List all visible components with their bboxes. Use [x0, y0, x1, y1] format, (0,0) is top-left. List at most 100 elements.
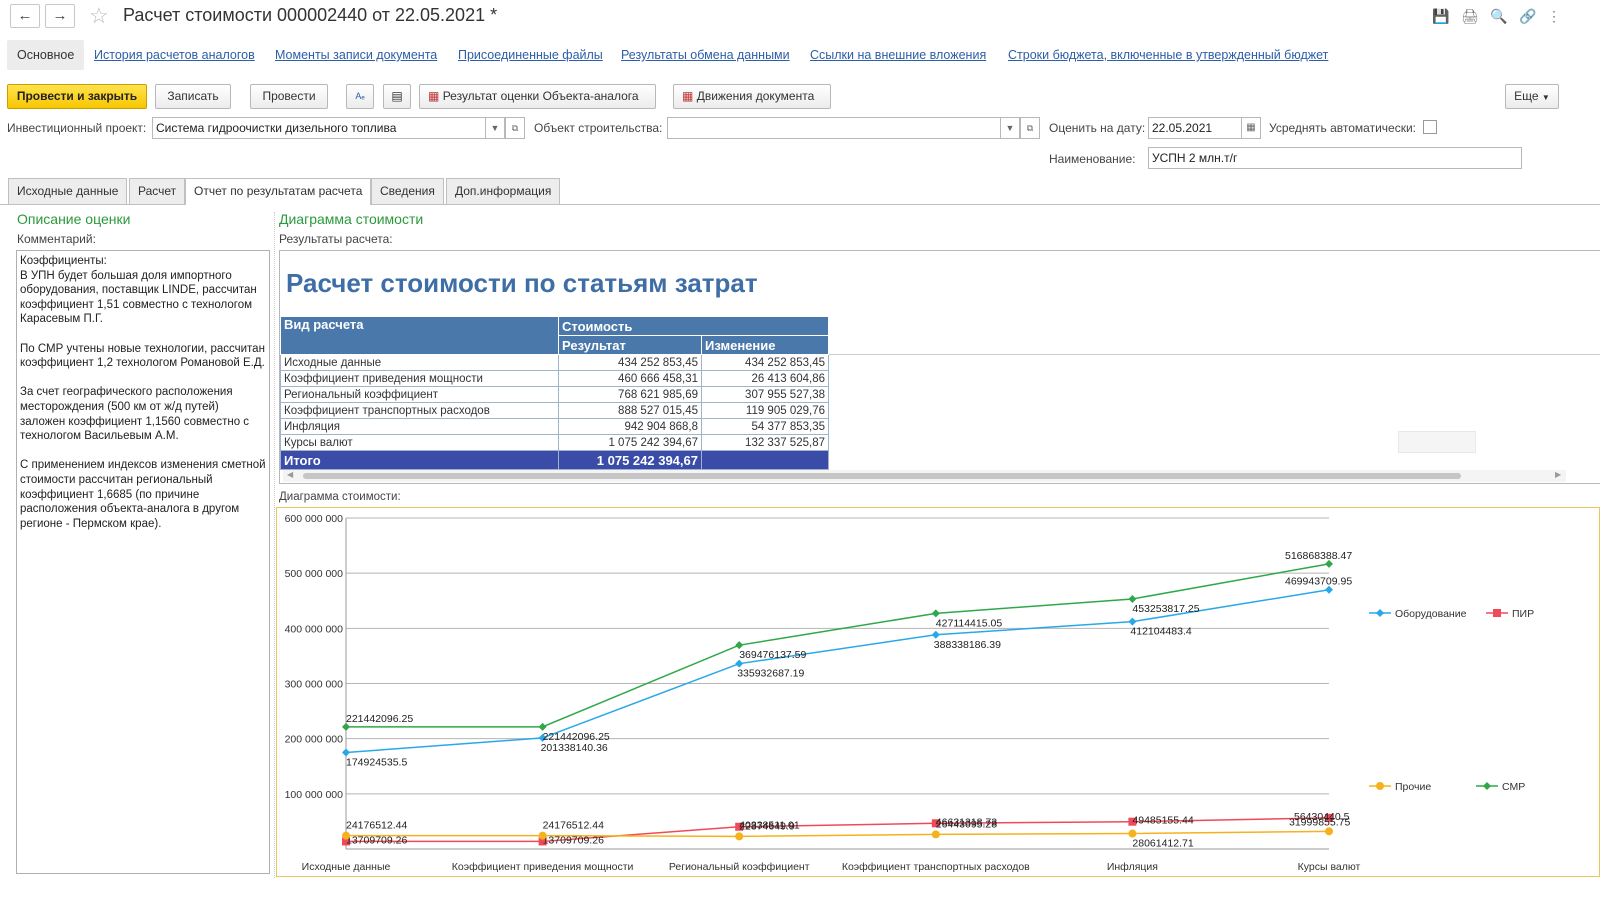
data-label: 516868388.47: [1285, 550, 1352, 562]
save-icon[interactable]: 💾: [1432, 8, 1449, 25]
name-field[interactable]: УСПН 2 млн.т/г: [1148, 147, 1522, 169]
spellcheck-icon[interactable]: Aₑ: [346, 84, 374, 109]
name-label: Наименование:: [1049, 152, 1136, 166]
doc-chart-icon: ▦: [428, 89, 440, 103]
chevron-down-icon: ▼: [1541, 93, 1550, 102]
data-label: 335932687.19: [737, 668, 804, 680]
row-result: 1 075 242 394,67: [558, 434, 702, 451]
data-point: [931, 830, 940, 839]
analog-result-button[interactable]: ▦ Результат оценки Объекта-аналога: [419, 84, 656, 109]
header-cost: Стоимость: [558, 316, 829, 336]
chart-label: Диаграмма стоимости:: [279, 491, 401, 503]
print-icon[interactable]: 🖨: [1461, 8, 1479, 25]
legend-label: Прочие: [1395, 781, 1431, 793]
link-attached-files[interactable]: Присоединенные файлы: [458, 48, 603, 62]
data-point: [538, 722, 547, 731]
comment-label: Комментарий:: [17, 232, 96, 246]
scroll-left-icon[interactable]: ◀: [287, 470, 293, 479]
link-exchange-results[interactable]: Результаты обмена данными: [621, 48, 790, 62]
y-tick-label: 100 000 000: [285, 789, 344, 801]
header-change: Изменение: [701, 335, 829, 355]
row-name: Коэффициент приведения мощности: [280, 370, 559, 387]
movements-button[interactable]: ▦ Движения документа: [673, 84, 831, 109]
link-budget-lines[interactable]: Строки бюджета, включенные в утвержденны…: [1008, 48, 1328, 62]
link-record-moments[interactable]: Моменты записи документа: [275, 48, 437, 62]
date-field[interactable]: 22.05.2021: [1148, 117, 1242, 139]
data-label: 49485155.44: [1132, 815, 1193, 827]
scrollbar-thumb[interactable]: [303, 473, 1461, 479]
tab-info[interactable]: Сведения: [371, 178, 444, 204]
data-point: [931, 609, 940, 618]
post-and-close-button[interactable]: Провести и закрыть: [7, 84, 147, 109]
data-point: [1376, 782, 1384, 790]
avg-checkbox[interactable]: [1423, 120, 1437, 134]
avg-label: Усреднять автоматически:: [1269, 121, 1417, 135]
data-point: [342, 748, 350, 757]
row-result: 460 666 458,31: [558, 370, 702, 387]
results-label: Результаты расчета:: [279, 232, 393, 246]
project-label: Инвестиционный проект:: [7, 121, 147, 135]
link-external-attachments[interactable]: Ссылки на внешние вложения: [810, 48, 986, 62]
tab-extra-info[interactable]: Доп.информация: [446, 178, 561, 204]
x-tick-label: Коэффициент транспортных расходов: [842, 861, 1030, 873]
link-icon[interactable]: 🔗: [1519, 8, 1536, 25]
dropdown-icon[interactable]: ▼: [1000, 117, 1020, 139]
report-rule: [828, 354, 1600, 355]
more-label: Еще: [1514, 89, 1539, 103]
save-button[interactable]: Записать: [155, 84, 231, 109]
comment-textarea[interactable]: Коэффициенты: В УПН будет большая доля и…: [16, 250, 270, 874]
link-analog-history[interactable]: История расчетов аналогов: [94, 48, 255, 62]
data-point: [1128, 594, 1137, 603]
total-value: 1 075 242 394,67: [558, 450, 702, 470]
open-icon[interactable]: ⧉: [1020, 117, 1040, 139]
forward-button[interactable]: →: [45, 4, 75, 28]
data-point: [538, 831, 547, 840]
data-label: 427114415.05: [936, 617, 1003, 629]
total-empty: [701, 450, 829, 470]
row-name: Коэффициент транспортных расходов: [280, 402, 559, 419]
y-tick-label: 300 000 000: [285, 679, 344, 691]
table-row: Исходные данные 434 252 853,45 434 252 853…: [280, 354, 829, 371]
calendar-icon[interactable]: ▦: [1241, 117, 1261, 139]
header-kind: Вид расчета: [280, 316, 559, 355]
series-line: [346, 563, 1330, 728]
data-point: [1483, 782, 1491, 790]
open-icon[interactable]: ⧉: [505, 117, 525, 139]
tab-report[interactable]: Отчет по результатам расчета: [185, 178, 372, 205]
report-icon[interactable]: ▤: [383, 84, 411, 109]
back-button[interactable]: ←: [10, 4, 40, 28]
total-label: Итого: [280, 450, 559, 470]
data-label: 28061412.71: [1132, 838, 1193, 850]
data-label: 31999855.75: [1289, 816, 1350, 828]
data-label: 22874649.9: [739, 820, 795, 832]
doc-chart-icon: ▦: [682, 89, 694, 103]
y-tick-label: 500 000 000: [285, 568, 344, 580]
tab-source-data[interactable]: Исходные данные: [8, 178, 128, 204]
more-vertical-icon[interactable]: ⋮: [1547, 8, 1561, 25]
data-label: 24176512.44: [543, 820, 604, 832]
y-tick-label: 400 000 000: [285, 623, 344, 635]
data-label: 221442096.25: [346, 713, 413, 725]
movements-label: Движения документа: [696, 89, 815, 103]
pane-splitter[interactable]: [274, 212, 275, 878]
header-result: Результат: [558, 335, 702, 355]
results-scrollbar[interactable]: ◀ ▶: [283, 470, 1566, 482]
data-label: 388338186.39: [934, 639, 1001, 651]
preview-icon[interactable]: 🔍: [1490, 8, 1507, 25]
object-field[interactable]: [667, 117, 1020, 139]
data-point: [342, 831, 350, 840]
x-tick-label: Инфляция: [1107, 861, 1158, 873]
tab-calculation[interactable]: Расчет: [129, 178, 186, 204]
dropdown-icon[interactable]: ▼: [485, 117, 505, 139]
data-point: [1493, 609, 1501, 617]
row-result: 434 252 853,45: [558, 354, 702, 371]
section-main[interactable]: Основное: [7, 40, 85, 70]
project-field[interactable]: Система гидроочистки дизельного топлива: [152, 117, 506, 139]
data-point: [1325, 827, 1333, 836]
data-point: [1128, 617, 1137, 626]
more-button[interactable]: Еще ▼: [1505, 84, 1559, 109]
post-button[interactable]: Провести: [250, 84, 328, 109]
scroll-right-icon[interactable]: ▶: [1555, 470, 1561, 479]
results-table: Вид расчета Стоимость Результат Изменени…: [280, 316, 829, 470]
favorite-star-icon[interactable]: ☆: [89, 3, 109, 29]
